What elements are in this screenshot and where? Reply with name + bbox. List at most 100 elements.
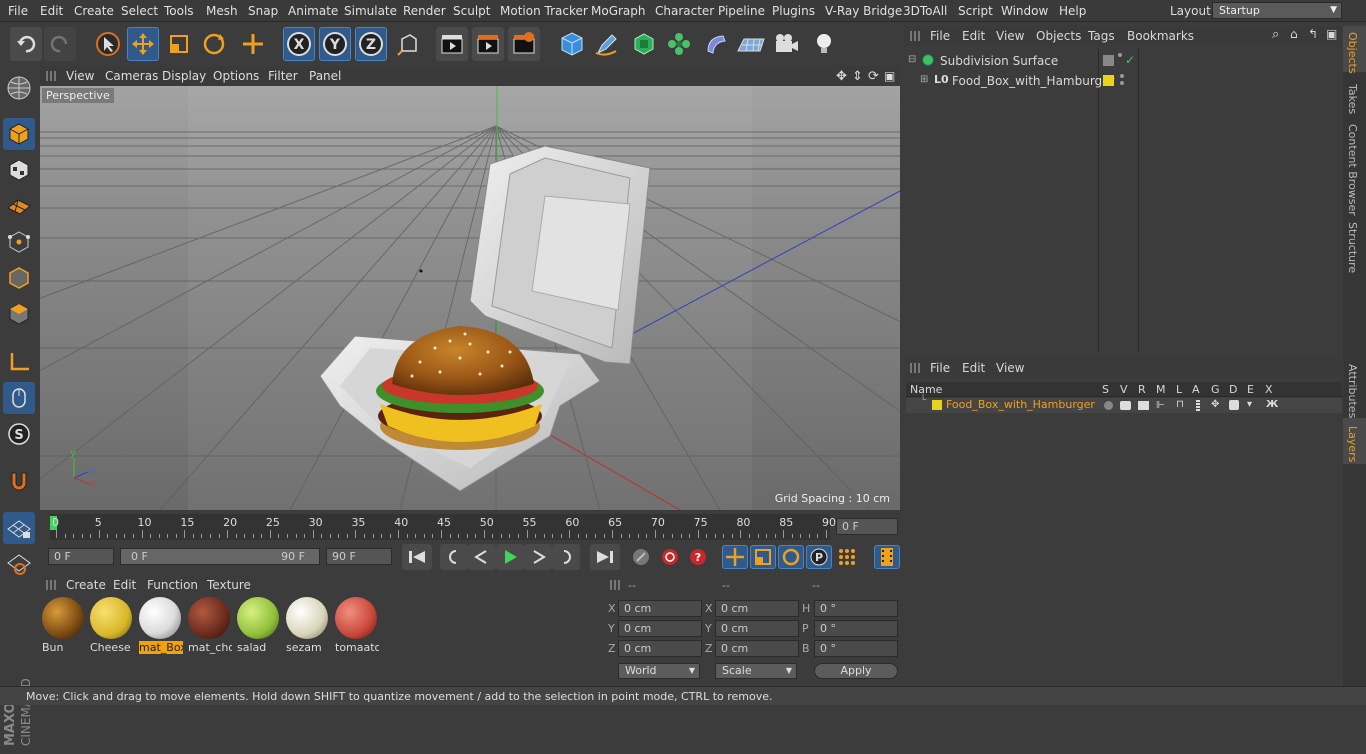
- material-cheese[interactable]: Cheese: [90, 597, 134, 655]
- current-frame-field[interactable]: 0 F: [836, 518, 898, 535]
- scale-tool-button[interactable]: [163, 27, 195, 61]
- objects-menu-file[interactable]: File: [930, 29, 950, 43]
- timeline-window-button[interactable]: [874, 545, 900, 569]
- transform-tool-button[interactable]: [237, 27, 269, 61]
- viewport-zoom-icon[interactable]: ⇕: [852, 69, 863, 84]
- next-key-button[interactable]: [552, 544, 580, 570]
- render-settings-button[interactable]: [508, 27, 540, 61]
- menu-create[interactable]: Create: [74, 4, 114, 18]
- tab-structure[interactable]: Structure: [1346, 222, 1359, 273]
- texture-mode-button[interactable]: [3, 154, 35, 186]
- tab-objects[interactable]: Objects: [1346, 32, 1359, 74]
- menu-animate[interactable]: Animate: [288, 4, 338, 18]
- autokeying-button[interactable]: [657, 545, 683, 569]
- material-sezam[interactable]: sezam: [286, 597, 330, 655]
- visibility-editor-icon[interactable]: [1103, 55, 1114, 66]
- menu-script[interactable]: Script: [958, 4, 993, 18]
- lock-icon[interactable]: ⊓: [1176, 399, 1184, 410]
- timeline[interactable]: 0 5 10 15 20 25 30 35 40 45 50 55 60 65 70 75 80 85 90 0 F: [40, 512, 900, 542]
- camera-button[interactable]: [770, 27, 802, 61]
- material-menu-texture[interactable]: Texture: [207, 578, 251, 592]
- viewport-menu-display[interactable]: Display: [162, 69, 206, 83]
- pen-spline-button[interactable]: [591, 27, 623, 61]
- model-mode-button[interactable]: [3, 118, 35, 150]
- workplane-mode-button[interactable]: [3, 190, 35, 222]
- eye-icon[interactable]: [1120, 401, 1131, 410]
- layers-menu-file[interactable]: File: [930, 361, 950, 375]
- menu-help[interactable]: Help: [1059, 4, 1086, 18]
- layer-name[interactable]: Food_Box_with_Hamburger: [946, 398, 1095, 411]
- next-frame-button[interactable]: [524, 544, 552, 570]
- menu-pipeline[interactable]: Pipeline: [718, 4, 765, 18]
- material-mat-cho[interactable]: mat_cho: [188, 597, 232, 655]
- start-frame-field[interactable]: 0 F: [48, 548, 114, 565]
- position-y-field[interactable]: 0 cm: [618, 620, 702, 637]
- expand-icon[interactable]: ⊞: [920, 74, 928, 85]
- solo-button[interactable]: S: [3, 418, 35, 450]
- tab-attributes[interactable]: Attributes: [1346, 364, 1359, 418]
- previous-key-button[interactable]: [440, 544, 468, 570]
- position-x-field[interactable]: 0 cm: [618, 600, 702, 617]
- points-mode-button[interactable]: [3, 226, 35, 258]
- manager-tree-icon[interactable]: ⊩: [1156, 400, 1165, 411]
- render-to-picture-viewer-button[interactable]: [472, 27, 504, 61]
- light-button[interactable]: [808, 27, 840, 61]
- previous-frame-button[interactable]: [468, 544, 496, 570]
- layers-menu-edit[interactable]: Edit: [962, 361, 985, 375]
- layer-color-swatch[interactable]: [932, 400, 942, 410]
- timeline-ruler[interactable]: 0 5 10 15 20 25 30 35 40 45 50 55 60 65 70 75 80 85 90: [50, 514, 836, 540]
- snap-button[interactable]: [3, 466, 35, 498]
- x-axis-button[interactable]: X: [283, 27, 315, 61]
- search-icon[interactable]: ⌕: [1272, 27, 1279, 42]
- back-icon[interactable]: ↰: [1308, 27, 1318, 41]
- subdivision-surface-button[interactable]: [628, 27, 660, 61]
- menu-snap[interactable]: Snap: [248, 4, 278, 18]
- menu-tools[interactable]: Tools: [164, 4, 194, 18]
- layer-color-swatch[interactable]: [1103, 75, 1114, 86]
- edges-mode-button[interactable]: [3, 262, 35, 294]
- menu-edit[interactable]: Edit: [40, 4, 63, 18]
- tweak-mode-button[interactable]: [3, 382, 35, 414]
- move-tool-button[interactable]: [127, 27, 159, 61]
- viewport-menu-panel[interactable]: Panel: [309, 69, 341, 83]
- check-icon[interactable]: ✓: [1125, 53, 1135, 67]
- deformer-icon[interactable]: [1229, 400, 1239, 410]
- key-position-button[interactable]: [722, 545, 748, 569]
- key-scale-button[interactable]: [750, 545, 776, 569]
- menu-mograph[interactable]: MoGraph: [591, 4, 646, 18]
- objects-menu-objects[interactable]: Objects: [1036, 29, 1081, 43]
- menu-select[interactable]: Select: [121, 4, 158, 18]
- menu-vray-bridge[interactable]: V-Ray Bridge: [825, 4, 902, 18]
- film-icon[interactable]: [1196, 400, 1200, 411]
- viewport-move-icon[interactable]: ✥: [836, 69, 847, 84]
- cloner-button[interactable]: [663, 27, 695, 61]
- menu-render[interactable]: Render: [403, 4, 446, 18]
- tab-layers[interactable]: Layers: [1346, 426, 1359, 462]
- live-selection-button[interactable]: [92, 27, 124, 61]
- rotate-tool-button[interactable]: [198, 27, 230, 61]
- material-bun[interactable]: Bun: [42, 597, 86, 655]
- viewport-menu-cameras[interactable]: Cameras: [105, 69, 158, 83]
- material-menu-create[interactable]: Create: [66, 578, 106, 592]
- floor-button[interactable]: [735, 27, 767, 61]
- menu-3dtoall[interactable]: 3DToAll: [903, 4, 947, 18]
- material-mat-box[interactable]: mat_Box: [139, 597, 183, 655]
- menu-plugins[interactable]: Plugins: [772, 4, 815, 18]
- position-z-field[interactable]: 0 cm: [618, 640, 702, 657]
- home-icon[interactable]: ⌂: [1290, 27, 1298, 41]
- menu-simulate[interactable]: Simulate: [344, 4, 397, 18]
- y-axis-button[interactable]: Y: [319, 27, 351, 61]
- menu-motion-tracker[interactable]: Motion Tracker: [500, 4, 588, 18]
- viewport-rotate-icon[interactable]: ⟳: [868, 69, 879, 84]
- size-y-field[interactable]: 0 cm: [715, 620, 799, 637]
- workplane-align-button[interactable]: [3, 548, 35, 580]
- tab-takes[interactable]: Takes: [1346, 84, 1359, 114]
- key-pla-button[interactable]: [834, 545, 860, 569]
- z-axis-button[interactable]: Z: [355, 27, 387, 61]
- undo-button[interactable]: [10, 27, 42, 61]
- objects-menu-edit[interactable]: Edit: [962, 29, 985, 43]
- preview-range-slider[interactable]: 0 F 90 F: [120, 548, 320, 565]
- size-z-field[interactable]: 0 cm: [715, 640, 799, 657]
- render-clapper-icon[interactable]: [1138, 401, 1149, 410]
- go-to-end-button[interactable]: [590, 544, 620, 570]
